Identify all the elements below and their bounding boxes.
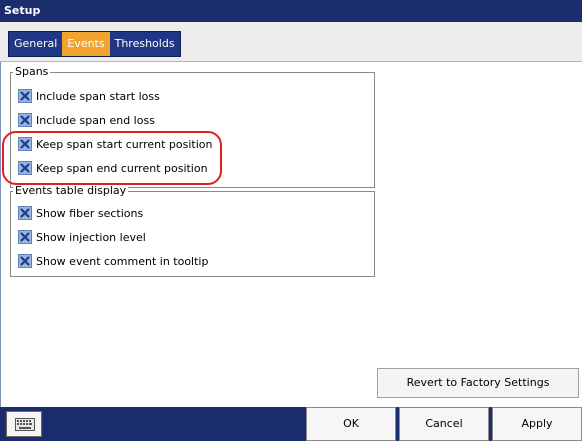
x-mark-icon bbox=[20, 91, 30, 101]
bottom-bar: OK Cancel Apply bbox=[0, 407, 582, 441]
spans-legend: Spans bbox=[13, 65, 51, 79]
checkbox[interactable] bbox=[18, 89, 32, 103]
show-fiber-sections-option[interactable]: Show fiber sections bbox=[18, 204, 143, 222]
events-table-legend: Events table display bbox=[13, 184, 129, 198]
option-label: Include span start loss bbox=[36, 89, 160, 103]
highlight-callout bbox=[2, 131, 222, 185]
x-mark-icon bbox=[20, 115, 30, 125]
apply-button[interactable]: Apply bbox=[492, 407, 582, 441]
revert-factory-settings-button[interactable]: Revert to Factory Settings bbox=[377, 368, 579, 398]
x-mark-icon bbox=[20, 256, 30, 266]
window-title: Setup bbox=[0, 0, 582, 22]
cancel-button[interactable]: Cancel bbox=[399, 407, 489, 441]
tab-general[interactable]: General bbox=[9, 32, 62, 56]
checkbox[interactable] bbox=[18, 254, 32, 268]
tab-group: General Events Thresholds bbox=[8, 31, 181, 57]
keyboard-button[interactable] bbox=[6, 411, 42, 437]
show-injection-level-option[interactable]: Show injection level bbox=[18, 228, 146, 246]
x-mark-icon bbox=[20, 208, 30, 218]
include-span-start-loss-option[interactable]: Include span start loss bbox=[18, 87, 160, 105]
tab-thresholds[interactable]: Thresholds bbox=[110, 32, 180, 56]
checkbox[interactable] bbox=[18, 206, 32, 220]
option-label: Show injection level bbox=[36, 230, 146, 244]
x-mark-icon bbox=[20, 232, 30, 242]
keyboard-icon bbox=[15, 418, 35, 431]
include-span-end-loss-option[interactable]: Include span end loss bbox=[18, 111, 155, 129]
settings-panel: Spans Include span start loss Include sp… bbox=[0, 62, 582, 407]
option-label: Show fiber sections bbox=[36, 206, 144, 220]
show-event-comment-option[interactable]: Show event comment in tooltip bbox=[18, 252, 208, 270]
ok-button[interactable]: OK bbox=[306, 407, 396, 441]
tab-events[interactable]: Events bbox=[62, 32, 110, 56]
option-label: Show event comment in tooltip bbox=[36, 254, 209, 268]
tab-strip: General Events Thresholds bbox=[0, 22, 582, 62]
events-table-group: Events table display Show fiber sections… bbox=[10, 184, 375, 277]
checkbox[interactable] bbox=[18, 113, 32, 127]
checkbox[interactable] bbox=[18, 230, 32, 244]
option-label: Include span end loss bbox=[36, 113, 155, 127]
